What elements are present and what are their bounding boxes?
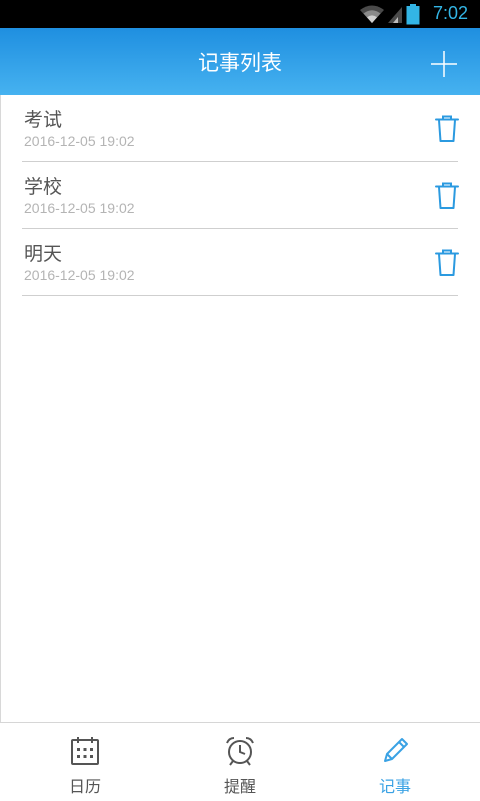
note-time: 2016-12-05 19:02: [24, 200, 135, 216]
note-title: 考试: [24, 109, 63, 131]
nav-label: 记事: [378, 777, 411, 796]
list-item[interactable]: 学校 2016-12-05 19:02: [0, 162, 480, 229]
delete-note-button[interactable]: [433, 181, 461, 211]
app-bar: 记事列表: [0, 28, 480, 95]
trash-icon: [435, 249, 459, 276]
trash-icon: [435, 115, 459, 142]
signal-icon: [388, 7, 402, 23]
calendar-icon: [71, 737, 99, 765]
nav-calendar[interactable]: 日历: [5, 723, 165, 801]
wifi-icon: [360, 5, 384, 23]
bottom-nav: 日历 提醒 记事: [0, 722, 480, 801]
page-title: 记事列表: [198, 51, 282, 75]
note-time: 2016-12-05 19:02: [24, 133, 135, 149]
nav-reminder[interactable]: 提醒: [160, 723, 320, 801]
plus-icon: [431, 51, 457, 77]
note-list: 考试 2016-12-05 19:02 学校 2016-12-05 19:02 …: [0, 95, 480, 296]
note-time: 2016-12-05 19:02: [24, 267, 135, 283]
add-note-button[interactable]: [426, 46, 462, 82]
delete-note-button[interactable]: [433, 248, 461, 278]
divider: [22, 295, 458, 296]
status-time: 7:02: [433, 3, 469, 23]
list-item[interactable]: 明天 2016-12-05 19:02: [0, 229, 480, 296]
trash-icon: [435, 182, 459, 209]
status-bar: 7:02: [0, 0, 480, 28]
list-item[interactable]: 考试 2016-12-05 19:02: [0, 95, 480, 162]
pencil-icon: [384, 738, 408, 762]
note-title: 明天: [24, 243, 63, 265]
delete-note-button[interactable]: [433, 114, 461, 144]
alarm-clock-icon: [226, 737, 254, 766]
nav-label: 日历: [68, 777, 101, 796]
nav-notes[interactable]: 记事: [315, 723, 475, 801]
nav-label: 提醒: [223, 777, 256, 796]
note-title: 学校: [24, 176, 63, 198]
battery-icon: [406, 4, 420, 25]
